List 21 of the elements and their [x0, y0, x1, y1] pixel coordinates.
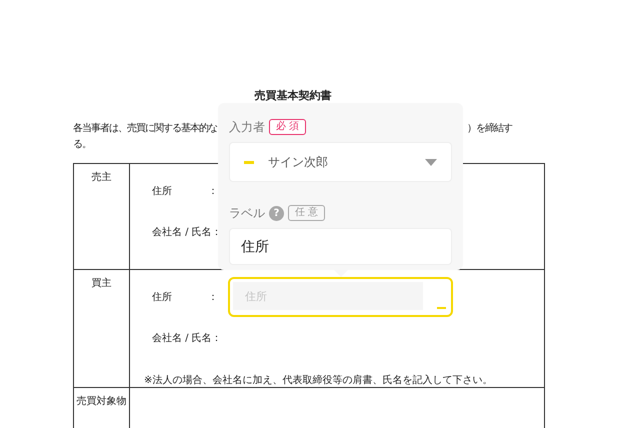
label-input[interactable]: 住所: [229, 228, 452, 265]
intro-text: ）を締結す: [467, 122, 512, 136]
row-heading: 売買対象物: [74, 388, 130, 428]
field-label: 会社名 / 氏名：: [152, 332, 222, 345]
intro-text: る。: [73, 138, 91, 152]
field-label: 住所: [152, 184, 173, 198]
field-separator: ：: [208, 185, 218, 198]
required-badge: 必 須: [269, 119, 306, 135]
optional-badge: 任 意: [288, 205, 326, 221]
intro-text: 各当事者は、売買に関する基本的な: [73, 122, 217, 136]
field-label: 住所: [152, 290, 173, 304]
label-field-label: ラベル: [229, 204, 265, 222]
caret-icon: [425, 158, 437, 166]
field-label: 会社名 / 氏名：: [152, 226, 222, 239]
assignee-select[interactable]: サイン次郎: [229, 142, 452, 182]
assignee-label: 入力者: [229, 118, 265, 136]
row-heading: 買主: [74, 270, 130, 387]
field-separator: ：: [208, 291, 218, 304]
row-heading: 売主: [74, 164, 130, 269]
note-text: ※法人の場合、会社名に加え、代表取締役等の肩書、氏名を記入して下さい。: [144, 374, 494, 387]
document-title: 売買基本契約書: [254, 88, 332, 103]
